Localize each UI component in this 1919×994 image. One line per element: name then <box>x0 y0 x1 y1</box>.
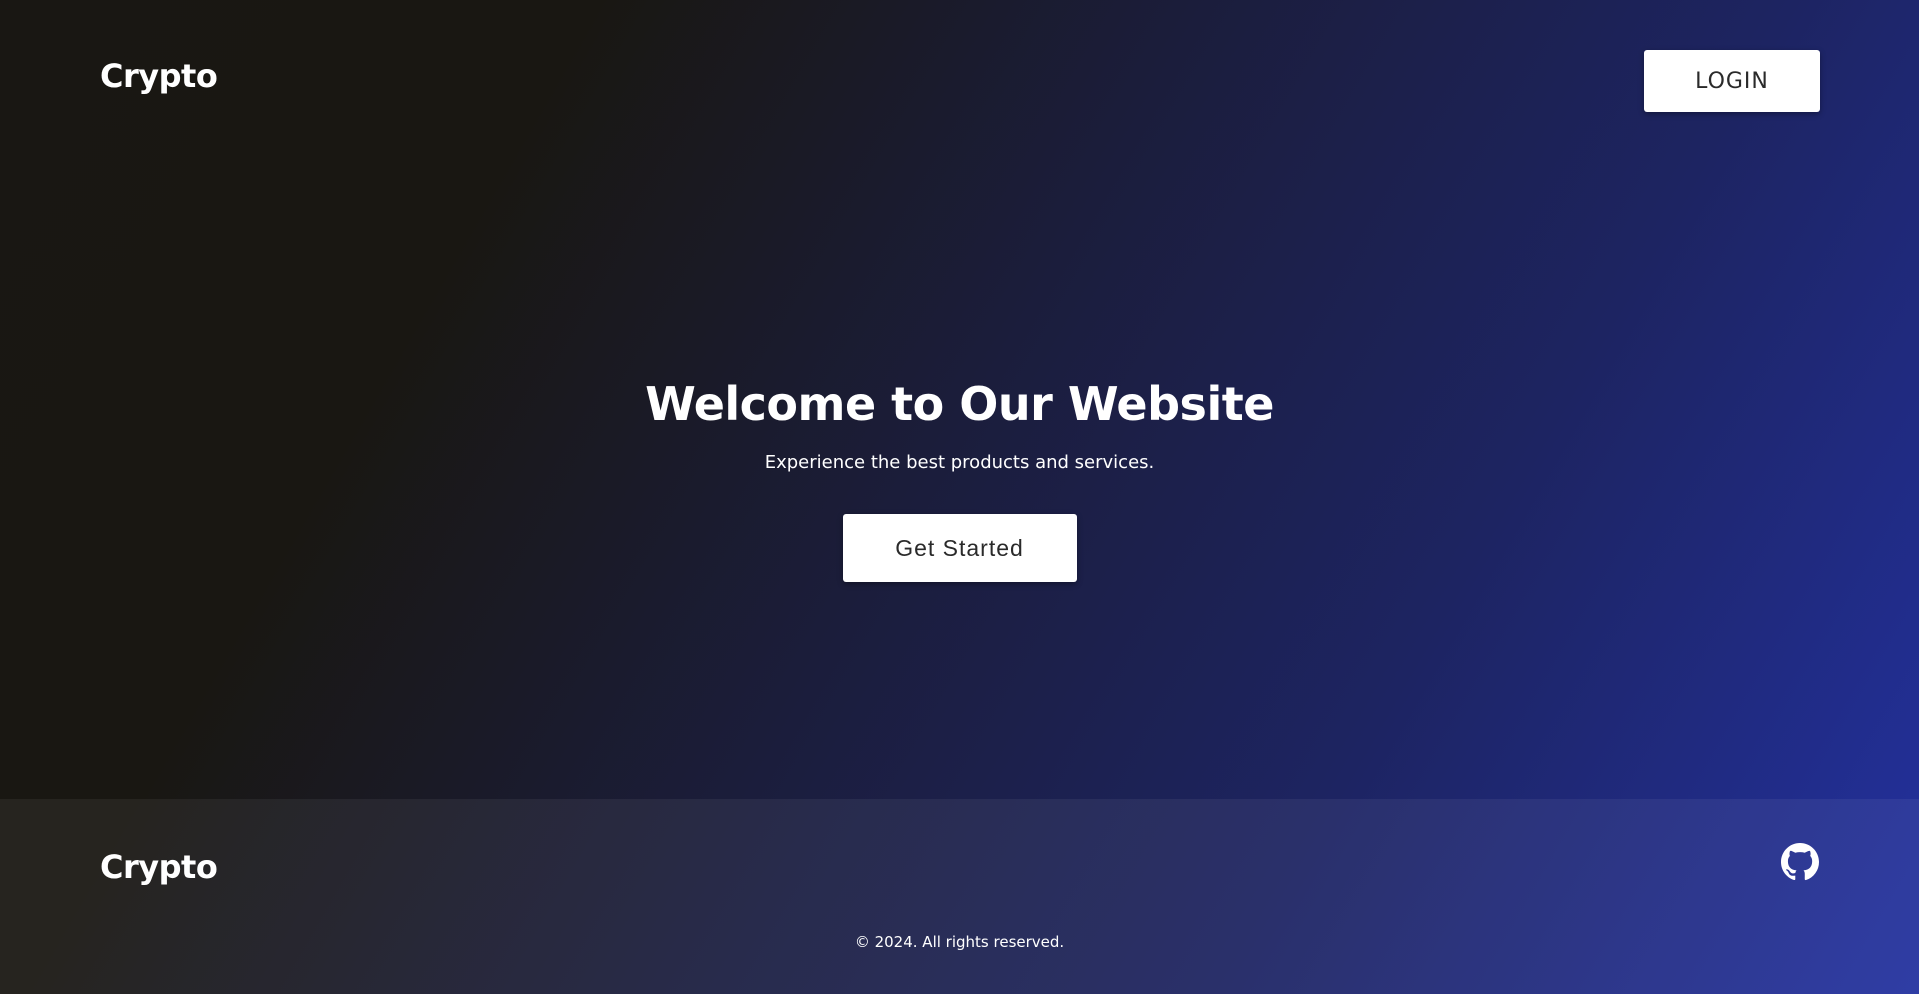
hero-subtitle: Experience the best products and service… <box>764 452 1155 473</box>
github-link[interactable] <box>1781 843 1819 881</box>
hero-section: Welcome to Our Website Experience the be… <box>0 372 1919 582</box>
hero-title: Welcome to Our Website <box>645 377 1274 431</box>
site-footer: Crypto © 2024. All rights reserved. <box>0 799 1919 994</box>
copyright-text: © 2024. All rights reserved. <box>854 933 1065 951</box>
footer-logo: Crypto <box>100 848 218 886</box>
get-started-button[interactable]: Get Started <box>842 514 1077 582</box>
github-icon <box>1781 843 1819 881</box>
hero-page: Crypto LOGIN Welcome to Our Website Expe… <box>0 0 1919 799</box>
header-logo[interactable]: Crypto <box>100 56 218 96</box>
login-button[interactable]: LOGIN <box>1644 50 1820 112</box>
